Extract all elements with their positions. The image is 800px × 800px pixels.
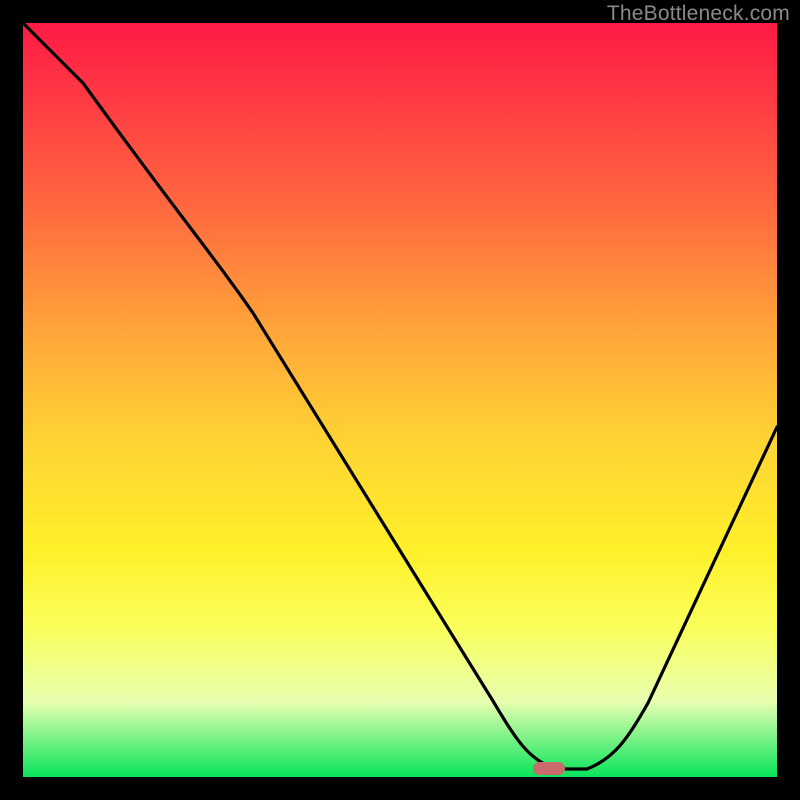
optimal-marker (533, 762, 565, 775)
bottleneck-curve (23, 23, 777, 777)
watermark-text: TheBottleneck.com (607, 2, 790, 26)
chart-plot-area (23, 23, 777, 777)
curve-path (23, 23, 777, 769)
